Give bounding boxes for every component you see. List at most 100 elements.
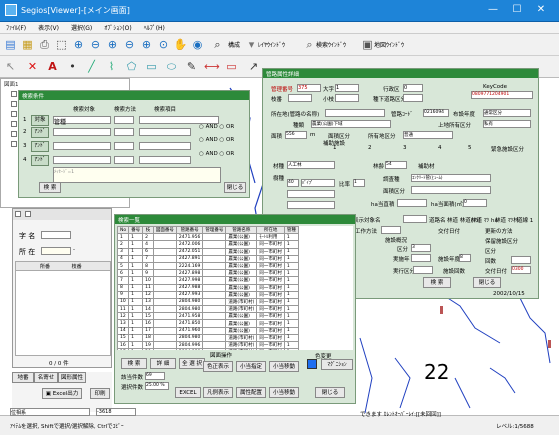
p2-button[interactable]: 小当指定 xyxy=(236,361,266,372)
tree-expander[interactable] xyxy=(11,121,17,127)
owner-field[interactable]: 通常区分 xyxy=(483,109,531,117)
list-search-button[interactable]: 検 索 xyxy=(121,358,147,369)
tree-expander[interactable] xyxy=(11,91,17,97)
point-icon[interactable]: • xyxy=(65,59,80,74)
side2-field-3[interactable] xyxy=(511,256,531,264)
shape-field[interactable]: ｺﾝｸﾘｰﾄ管(ﾋｭｰﾑ) xyxy=(411,174,491,182)
table-row[interactable]: 5 1 8 2224.169 農業(公園) 同一市町村 1 xyxy=(117,261,299,271)
keycode-field[interactable]: 0809771204901 xyxy=(471,91,533,99)
side-field-2[interactable]: 3 xyxy=(411,244,431,252)
table-row[interactable]: 7 1 10 2427.998 農業(公園) 同一市町村 1 xyxy=(117,276,299,285)
ha2-field[interactable]: 0 xyxy=(463,199,487,207)
ha-field[interactable] xyxy=(397,199,427,207)
row-value-input[interactable] xyxy=(139,116,219,124)
zoom-minus-icon[interactable]: ⊖ xyxy=(122,37,137,52)
excel-button[interactable]: ▣ Excel出力 xyxy=(42,388,82,399)
map-window-label[interactable]: 地図ｳｲﾝﾄﾞｳ xyxy=(374,40,404,49)
layer-icon[interactable]: ▾ xyxy=(244,37,259,52)
row-method-select[interactable] xyxy=(114,156,134,164)
exec-field[interactable] xyxy=(413,266,433,274)
menu-select[interactable]: 選択(G) xyxy=(65,22,98,33)
folder-icon[interactable]: ▦ xyxy=(20,37,35,52)
print-button[interactable]: 印刷 xyxy=(90,388,110,399)
status-field-1[interactable]: 位相系 xyxy=(10,408,90,416)
material-field[interactable]: 人工林 xyxy=(287,161,335,169)
excel-export-button[interactable]: EXCEL xyxy=(175,387,201,398)
text-icon[interactable]: A xyxy=(45,59,60,74)
tree-expander[interactable] xyxy=(11,141,17,147)
row-kind-button[interactable]: ｱﾝﾄﾞ xyxy=(31,155,49,166)
status-field-2[interactable]: -3618 xyxy=(96,408,136,416)
pointer-icon[interactable]: ↖ xyxy=(3,59,18,74)
menu-help[interactable]: ﾍﾙﾌﾟ(H) xyxy=(138,22,171,33)
and-radio[interactable]: ○ AND ○ OR xyxy=(199,124,234,130)
pan-icon[interactable]: ✋ xyxy=(173,37,188,52)
tree-expander[interactable] xyxy=(11,111,17,117)
measure-icon[interactable]: ⟷ xyxy=(204,59,220,74)
search-window-label[interactable]: 検索ｳｲﾝﾄﾞｳ xyxy=(316,40,346,49)
table-row[interactable]: 4 1 7 2427.891 農業(公園) 同一市町村 1 xyxy=(117,254,299,263)
open-icon[interactable]: ▤ xyxy=(3,37,18,52)
color-swatch[interactable] xyxy=(307,359,317,369)
maximize-button[interactable]: ☐ xyxy=(510,3,524,17)
row-value-input[interactable] xyxy=(139,142,191,150)
table-row[interactable]: 1 1 2 2471.956 農業(公園) ﾓｰﾄﾙ利用 1 xyxy=(117,233,299,242)
p7-button[interactable]: 小当移動 xyxy=(269,387,299,398)
frame-label[interactable]: 構成 xyxy=(228,40,240,49)
column-header[interactable]: No xyxy=(117,226,130,235)
p6-button[interactable]: 属性配置 xyxy=(236,387,266,398)
refresh-icon[interactable]: ◉ xyxy=(190,37,205,52)
layer-window-label[interactable]: ﾚｲﾔｳｲﾝﾄﾞｳ xyxy=(258,40,285,49)
zoom-rect-icon[interactable]: ⊕ xyxy=(105,37,120,52)
column-header[interactable]: 枝 xyxy=(142,226,154,235)
table-row[interactable]: 8 1 11 2427.988 農業(公園) 同一市町村 1 xyxy=(117,283,299,292)
menu-option[interactable]: ｵﾌﾟｼｮﾝ(O) xyxy=(98,22,137,33)
tree-expander[interactable] xyxy=(11,101,17,107)
cls1-field[interactable]: 40 xyxy=(287,179,299,187)
table-row[interactable]: 15 1 18 2804.980 道路(市町村) 同一市町村 1 xyxy=(117,333,299,343)
p3-button[interactable]: 小当移動 xyxy=(269,361,299,372)
row-field-select[interactable] xyxy=(53,128,111,136)
row-value-input[interactable] xyxy=(139,156,191,164)
side-field-3[interactable] xyxy=(411,254,431,262)
pen-icon[interactable]: ✎ xyxy=(184,59,199,74)
and-radio[interactable]: ○ AND ○ OR xyxy=(199,137,234,143)
left-check[interactable] xyxy=(25,211,31,217)
row-kind-button[interactable]: 対象 xyxy=(31,115,49,126)
rect-icon[interactable]: ▭ xyxy=(144,59,159,74)
column-header[interactable]: 管理番号 xyxy=(202,226,227,235)
row-value-input[interactable] xyxy=(139,128,191,136)
side-field-4[interactable]: 8 xyxy=(459,254,471,262)
and-radio[interactable]: ○ AND ○ OR xyxy=(199,151,234,157)
find-icon[interactable]: ⌕ xyxy=(210,37,225,52)
left-check[interactable] xyxy=(15,211,21,217)
tab-chiban[interactable]: 地番 xyxy=(12,372,34,383)
pipe-code-field[interactable]: 0216094 xyxy=(423,109,449,117)
column-header[interactable]: 管種 xyxy=(283,226,299,235)
line2-field[interactable] xyxy=(288,94,312,102)
table-row[interactable]: 9 1 12 2427.993 農業(公園) 同一市町村 1 xyxy=(117,290,299,299)
row-method-select[interactable] xyxy=(114,116,134,124)
kanri-field[interactable]: 375 xyxy=(297,84,321,92)
line-icon[interactable]: ╱ xyxy=(84,59,99,74)
table-row[interactable]: 2 1 4 2472.006 農業(公園) 同一市町村 1 xyxy=(117,240,299,249)
table-row[interactable]: 12 1 15 2471.958 農業(公園) 同一市町村 1 xyxy=(117,312,299,321)
area-field[interactable] xyxy=(41,247,71,255)
line-kind-field[interactable]: 農業(公園)下域 xyxy=(311,120,391,128)
result-table[interactable]: No 番号枝図面番号 管路番号 管理番号 管路名称 所在地 管種 1 1 2 2471.956 農業… xyxy=(117,226,299,350)
detail-search-button[interactable]: 検 索 xyxy=(423,277,451,288)
list-select-all-button[interactable]: 全 選 択 xyxy=(179,358,205,369)
detail-close-button[interactable]: 閉じる xyxy=(473,277,501,288)
table-row[interactable]: 10 1 13 2804.980 道路(市町村) 同一市町村 1 xyxy=(117,297,299,307)
print-icon[interactable]: ⎙ xyxy=(37,37,52,52)
row-kind-button[interactable]: ｱﾝﾄﾞ xyxy=(31,141,49,152)
column-header[interactable]: 図面番号 xyxy=(152,226,177,235)
chiku-field[interactable]: 0 xyxy=(403,84,423,92)
jiban-field[interactable]: 1 xyxy=(335,84,359,92)
pref-field[interactable] xyxy=(41,231,71,239)
search-button[interactable]: 検 索 xyxy=(39,182,61,193)
area3-field[interactable] xyxy=(411,186,491,194)
flow-field[interactable]: 54 xyxy=(385,161,407,169)
table-row[interactable]: 11 1 14 2804.980 道路(市町村) 同一市町村 1 xyxy=(117,305,299,314)
p1-button[interactable]: 色正表示 xyxy=(203,361,233,372)
